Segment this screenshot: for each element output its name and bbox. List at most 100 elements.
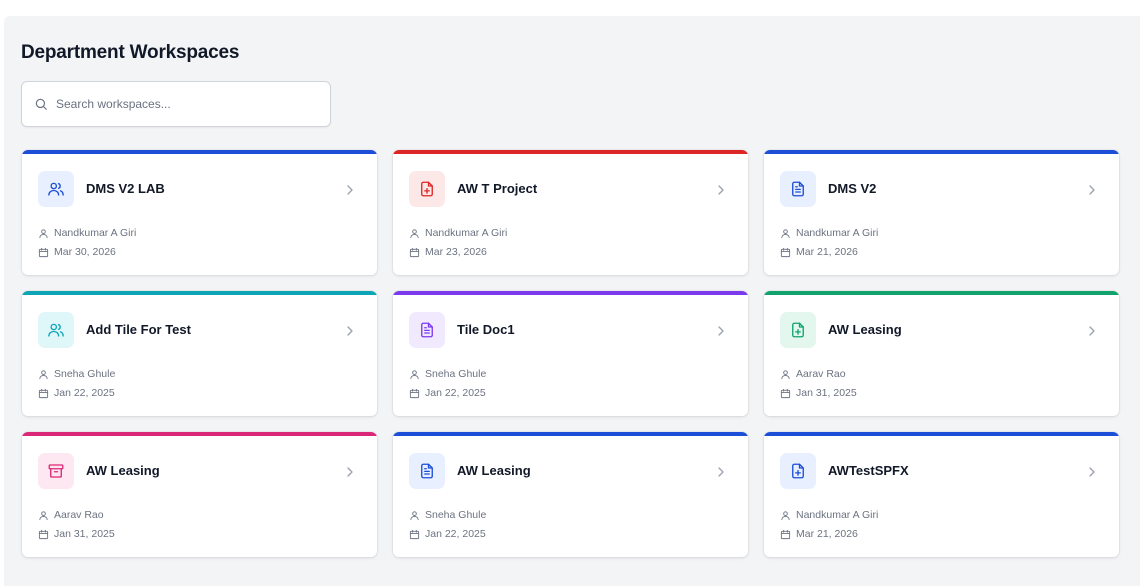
workspace-owner: Aarav Rao xyxy=(780,368,846,380)
date-text: Jan 31, 2025 xyxy=(54,528,115,540)
workspace-icon-box xyxy=(38,453,74,489)
date-text: Jan 22, 2025 xyxy=(54,387,115,399)
chevron-right-icon[interactable] xyxy=(345,324,355,336)
owner-name: Sneha Ghule xyxy=(54,368,116,380)
workspace-owner: Sneha Ghule xyxy=(38,368,115,380)
chevron-right-icon[interactable] xyxy=(1087,324,1097,336)
workspace-name: DMS V2 xyxy=(828,181,877,196)
owner-name: Sneha Ghule xyxy=(425,509,487,521)
user-icon xyxy=(780,369,796,380)
card-accent-bar xyxy=(764,432,1119,436)
workspace-card[interactable]: DMS V2 LAB Nandkumar A Giri Mar 30, 2026 xyxy=(22,150,377,275)
calendar-icon xyxy=(38,388,54,399)
workspace-icon-box xyxy=(780,453,816,489)
search-icon xyxy=(35,98,47,110)
chevron-right-icon[interactable] xyxy=(716,465,726,477)
workspace-icon-box xyxy=(38,171,74,207)
card-accent-bar xyxy=(22,150,377,154)
workspace-card[interactable]: AW Leasing Sneha Ghule Jan 22, 2025 xyxy=(393,432,748,557)
card-accent-bar xyxy=(393,432,748,436)
calendar-icon xyxy=(780,529,796,540)
workspace-date: Mar 21, 2026 xyxy=(780,528,858,540)
date-text: Mar 21, 2026 xyxy=(796,246,858,258)
page-title: Department Workspaces xyxy=(21,42,240,63)
workspace-owner: Nandkumar A Giri xyxy=(780,227,878,239)
chevron-right-icon[interactable] xyxy=(345,465,355,477)
workspace-owner: Nandkumar A Giri xyxy=(38,227,136,239)
workspace-date: Jan 31, 2025 xyxy=(780,387,857,399)
workspace-icon-box xyxy=(409,171,445,207)
search-input[interactable] xyxy=(56,97,316,111)
workspace-name: AW T Project xyxy=(457,181,538,196)
workspace-card[interactable]: AWTestSPFX Nandkumar A Giri Mar 21, 2026 xyxy=(764,432,1119,557)
user-icon xyxy=(38,369,54,380)
card-accent-bar xyxy=(764,291,1119,295)
file-plus-icon xyxy=(789,462,807,480)
card-accent-bar xyxy=(764,150,1119,154)
workspace-icon-box xyxy=(38,312,74,348)
card-accent-bar xyxy=(22,432,377,436)
workspace-card[interactable]: DMS V2 Nandkumar A Giri Mar 21, 2026 xyxy=(764,150,1119,275)
calendar-icon xyxy=(38,529,54,540)
owner-name: Sneha Ghule xyxy=(425,368,487,380)
workspace-card[interactable]: AW T Project Nandkumar A Giri Mar 23, 20… xyxy=(393,150,748,275)
workspace-icon-box xyxy=(780,171,816,207)
date-text: Mar 21, 2026 xyxy=(796,528,858,540)
workspace-name: AW Leasing xyxy=(86,463,160,478)
calendar-icon xyxy=(409,388,425,399)
calendar-icon xyxy=(780,388,796,399)
workspace-owner: Sneha Ghule xyxy=(409,509,486,521)
user-icon xyxy=(780,228,796,239)
card-accent-bar xyxy=(393,291,748,295)
workspace-icon-box xyxy=(409,453,445,489)
workspace-owner: Nandkumar A Giri xyxy=(409,227,507,239)
workspace-card[interactable]: AW Leasing Aarav Rao Jan 31, 2025 xyxy=(22,432,377,557)
chevron-right-icon[interactable] xyxy=(1087,465,1097,477)
workspace-owner: Nandkumar A Giri xyxy=(780,509,878,521)
workspace-card[interactable]: AW Leasing Aarav Rao Jan 31, 2025 xyxy=(764,291,1119,416)
owner-name: Aarav Rao xyxy=(54,509,104,521)
user-icon xyxy=(38,510,54,521)
user-icon xyxy=(409,510,425,521)
workspace-date: Jan 31, 2025 xyxy=(38,528,115,540)
owner-name: Aarav Rao xyxy=(796,368,846,380)
archive-icon xyxy=(47,462,65,480)
owner-name: Nandkumar A Giri xyxy=(796,509,879,521)
date-text: Jan 22, 2025 xyxy=(425,387,486,399)
user-icon xyxy=(409,369,425,380)
card-accent-bar xyxy=(393,150,748,154)
file-text-icon xyxy=(418,462,436,480)
owner-name: Nandkumar A Giri xyxy=(425,227,508,239)
users-icon xyxy=(47,180,65,198)
chevron-right-icon[interactable] xyxy=(716,183,726,195)
calendar-icon xyxy=(38,247,54,258)
workspace-name: DMS V2 LAB xyxy=(86,181,165,196)
file-text-icon xyxy=(789,180,807,198)
user-icon xyxy=(38,228,54,239)
chevron-right-icon[interactable] xyxy=(345,183,355,195)
date-text: Jan 22, 2025 xyxy=(425,528,486,540)
workspace-grid: DMS V2 LAB Nandkumar A Giri Mar 30, 2026… xyxy=(22,150,1119,557)
file-text-icon xyxy=(418,321,436,339)
workspace-icon-box xyxy=(409,312,445,348)
search-box[interactable] xyxy=(21,81,331,127)
calendar-icon xyxy=(409,247,425,258)
user-icon xyxy=(780,510,796,521)
calendar-icon xyxy=(780,247,796,258)
chevron-right-icon[interactable] xyxy=(716,324,726,336)
file-plus-icon xyxy=(789,321,807,339)
workspace-owner: Aarav Rao xyxy=(38,509,104,521)
workspace-name: AWTestSPFX xyxy=(828,463,909,478)
workspace-name: AW Leasing xyxy=(457,463,531,478)
owner-name: Nandkumar A Giri xyxy=(796,227,879,239)
workspace-card[interactable]: Add Tile For Test Sneha Ghule Jan 22, 20… xyxy=(22,291,377,416)
owner-name: Nandkumar A Giri xyxy=(54,227,137,239)
date-text: Mar 30, 2026 xyxy=(54,246,116,258)
date-text: Mar 23, 2026 xyxy=(425,246,487,258)
date-text: Jan 31, 2025 xyxy=(796,387,857,399)
workspace-owner: Sneha Ghule xyxy=(409,368,486,380)
chevron-right-icon[interactable] xyxy=(1087,183,1097,195)
workspace-card[interactable]: Tile Doc1 Sneha Ghule Jan 22, 2025 xyxy=(393,291,748,416)
workspace-icon-box xyxy=(780,312,816,348)
workspace-date: Jan 22, 2025 xyxy=(409,528,486,540)
